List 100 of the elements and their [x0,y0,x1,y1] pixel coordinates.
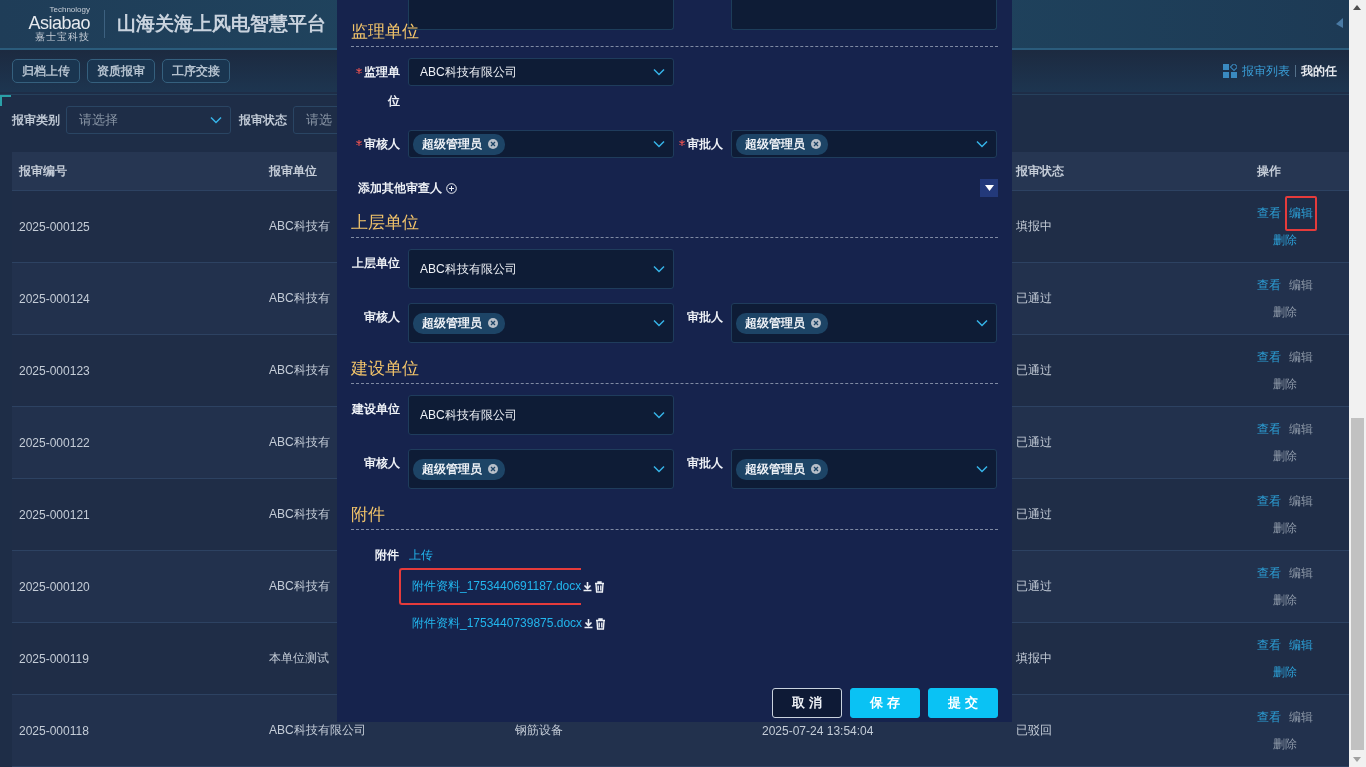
field-label: 审批人 [686,455,724,472]
chevron-icon [653,319,665,327]
multi-select-field[interactable]: 超级管理员 [408,449,674,489]
attachment-link[interactable]: 附件资料_1753440739875.docx [399,605,583,642]
multi-select-field[interactable]: 超级管理员 [731,449,997,489]
cancel-button[interactable]: 取消 [772,688,842,718]
multi-select-field[interactable]: 超级管理员 [408,130,674,158]
filter-label: 报审类别 [12,111,60,129]
table-cell-text: 已驳回 [1015,722,1052,739]
chevron-icon [653,265,665,273]
row-action-link[interactable]: 编辑 [1285,705,1317,729]
view-tab[interactable]: 报审列表 [1242,62,1290,80]
select-field[interactable]: ABC科技有限公司 [408,249,674,289]
nav-button[interactable]: 资质报审 [87,59,155,84]
table-cell-text: 已通过 [1015,290,1052,307]
remove-icon[interactable] [811,464,821,474]
remove-icon[interactable] [488,464,498,474]
row-action-link[interactable]: 查看 [1253,633,1285,657]
row-action-link[interactable]: 查看 [1253,345,1285,369]
nav-button[interactable]: 归档上传 [12,59,80,84]
required-icon [356,140,362,146]
remove-icon[interactable] [811,318,821,328]
download-icon[interactable] [582,581,594,592]
table-cell-text: ABC科技有 [268,218,330,235]
row-action-link[interactable]: 删除 [1269,588,1301,612]
row-action-link[interactable]: 删除 [1269,228,1301,252]
table-cell-text: 2025-000123 [18,363,90,378]
row-action-link[interactable]: 删除 [1269,372,1301,396]
table-cell-text: ABC科技有 [268,506,330,523]
row-action-link[interactable]: 编辑 [1285,273,1317,297]
row-action-link[interactable]: 查看 [1253,705,1285,729]
remove-icon[interactable] [488,318,498,328]
chevron-icon [976,465,988,473]
table-cell-text: ABC科技有 [268,290,330,307]
expand-toggle[interactable] [980,179,998,197]
chevron-icon [653,140,665,148]
select-field[interactable] [731,0,997,30]
multi-select-field[interactable]: 超级管理员 [731,303,997,343]
row-action-link[interactable]: 编辑 [1285,345,1317,369]
table-cell-text: 2025-000121 [18,507,90,522]
row-action-link[interactable]: 编辑 [1285,489,1317,513]
field-label: 审批人 [686,309,724,326]
attachment-link[interactable]: 附件资料_1753440691187.docx [399,568,582,605]
chevron-icon [976,319,988,327]
add-reviewer-link[interactable]: 添加其他审查人 [358,179,457,197]
upload-link[interactable]: 上传 [409,547,433,564]
row-action-link[interactable]: 查看 [1253,489,1285,513]
chevron-icon [653,465,665,473]
table-cell-text: 2025-000120 [18,579,90,594]
row-action-link[interactable]: 编辑 [1285,195,1317,231]
table-cell-text: ABC科技有 [268,578,330,595]
chevron-icon [653,68,665,76]
table-cell-text: 本单位测试 [268,650,329,667]
triangle-down-icon [984,185,994,191]
app-title: 山海关海上风电智慧平台 [117,12,326,37]
row-action-link[interactable]: 编辑 [1285,561,1317,585]
select-field[interactable]: ABC科技有限公司 [408,395,674,435]
row-action-link[interactable]: 编辑 [1285,633,1317,657]
chevron-icon [653,411,665,419]
page-scrollbar[interactable] [1349,0,1366,767]
row-action-link[interactable]: 删除 [1269,300,1301,324]
table-cell-text: 填报中 [1015,650,1052,667]
row-action-link[interactable]: 删除 [1269,444,1301,468]
trash-icon[interactable] [594,580,606,593]
row-action-link[interactable]: 查看 [1253,417,1285,441]
field-label: 审批人 [674,130,731,159]
row-action-link[interactable]: 查看 [1253,561,1285,585]
section-title: 附件 [351,505,998,530]
row-action-link[interactable]: 编辑 [1285,417,1317,441]
remove-icon[interactable] [811,139,821,149]
row-action-link[interactable]: 删除 [1269,660,1301,684]
table-cell-text: 已通过 [1015,578,1052,595]
row-action-link[interactable]: 删除 [1269,516,1301,540]
row-action-link[interactable]: 查看 [1253,273,1285,297]
required-icon [356,68,362,74]
corner-accent [0,95,11,106]
required-icon [679,140,685,146]
row-action-link[interactable]: 删除 [1269,732,1301,756]
chevron-icon [210,116,222,124]
select-field[interactable]: ABC科技有限公司 [408,58,674,86]
field-label: 附件 [375,547,399,564]
chevron-icon [976,140,988,148]
multi-select-field[interactable]: 超级管理员 [408,303,674,343]
table-cell-text: 2025-000125 [18,219,90,234]
company-logo: Technology Asiabao 嘉士宝科技 [27,6,90,43]
multi-select-field[interactable]: 超级管理员 [731,130,997,158]
view-tab[interactable]: 我的任 [1301,62,1337,80]
remove-icon[interactable] [488,139,498,149]
column-header: 操作 [1256,162,1281,180]
download-icon[interactable] [583,618,595,629]
column-header: 报审单位 [268,162,317,180]
table-cell-text: 填报中 [1015,218,1052,235]
table-cell-text: ABC科技有 [268,362,330,379]
field-label: 审核人 [363,309,401,326]
column-header: 报审状态 [1015,162,1064,180]
nav-button[interactable]: 工序交接 [162,59,230,84]
filter-select[interactable]: 请选择 [66,106,231,134]
trash-icon[interactable] [595,617,607,630]
table-cell-text: 已通过 [1015,506,1052,523]
row-action-link[interactable]: 查看 [1253,201,1285,225]
